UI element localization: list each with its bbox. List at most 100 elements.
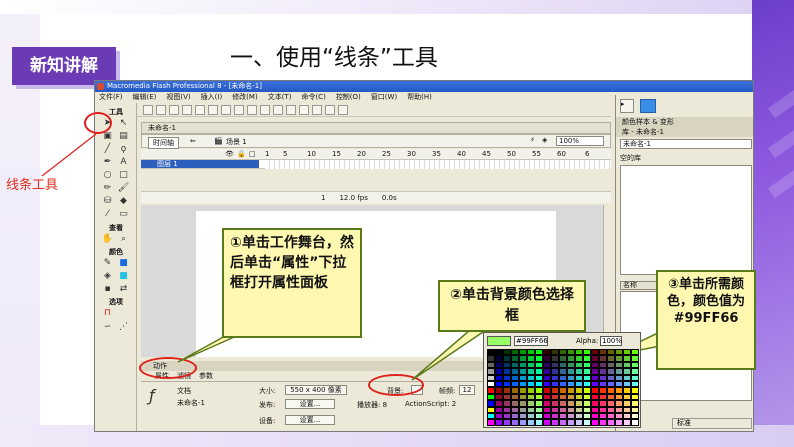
col-name[interactable]: 名称 <box>623 282 637 289</box>
menu-insert[interactable]: 插入(I) <box>201 92 223 103</box>
color-swatch[interactable] <box>591 419 599 426</box>
text-tool-icon[interactable]: A <box>117 156 130 168</box>
color-swatch[interactable] <box>519 419 527 426</box>
fill-color-icon[interactable]: ◈ <box>101 270 114 282</box>
eraser-icon[interactable]: ▭ <box>117 208 130 220</box>
save-icon[interactable] <box>169 105 179 115</box>
straighten-icon[interactable] <box>299 105 309 115</box>
color-swatch[interactable] <box>543 419 551 426</box>
color-swatch[interactable] <box>527 419 535 426</box>
layer-frames[interactable] <box>265 160 611 169</box>
paste-icon[interactable] <box>234 105 244 115</box>
color-swatch[interactable] <box>567 419 575 426</box>
color-swatch[interactable] <box>583 419 591 426</box>
toolbox-colors-label: 颜色 <box>109 248 123 256</box>
line-tool-icon[interactable]: ╱ <box>101 143 114 155</box>
hex-color-input[interactable]: #99FF66 <box>514 336 548 346</box>
publish-settings-button[interactable]: 设置... <box>285 399 335 409</box>
new-file-icon[interactable] <box>143 105 153 115</box>
timeline-button[interactable]: 时间轴 <box>148 137 179 149</box>
oval-tool-icon[interactable]: ○ <box>101 169 114 181</box>
menu-commands[interactable]: 命令(C) <box>301 92 325 103</box>
brush-tool-icon[interactable]: 🖌 <box>117 182 130 194</box>
open-file-icon[interactable] <box>156 105 166 115</box>
smooth-icon[interactable] <box>286 105 296 115</box>
redo-icon[interactable] <box>260 105 270 115</box>
tab-parameters[interactable]: 参数 <box>199 371 213 381</box>
lock-icon[interactable]: 🔒 <box>237 150 246 158</box>
rotate-icon[interactable] <box>312 105 322 115</box>
color-swatch[interactable] <box>607 419 615 426</box>
stroke-color-swatch[interactable]: ■ <box>117 257 130 269</box>
scale-icon[interactable] <box>325 105 335 115</box>
swatches-transform-header[interactable]: 颜色样本 & 变形 <box>616 117 753 127</box>
library-document-select[interactable]: 未命名-1 <box>620 139 752 149</box>
color-swatch[interactable] <box>511 419 519 426</box>
edit-scene-icon[interactable]: ⚡ <box>530 136 535 144</box>
menu-edit[interactable]: 编辑(E) <box>133 92 157 103</box>
eyedropper-icon[interactable]: ⁄ <box>101 208 114 220</box>
straighten-option-icon[interactable]: ⋰ <box>117 321 130 333</box>
size-button[interactable]: 550 x 400 像素 <box>285 385 347 395</box>
lasso-tool-icon[interactable]: ϙ <box>117 143 130 155</box>
back-arrow-icon[interactable]: ⇐ <box>190 137 196 145</box>
frame-num: 55 <box>532 150 541 158</box>
alpha-input[interactable]: 100% <box>600 336 622 346</box>
edit-symbol-icon[interactable]: ◈ <box>542 136 547 144</box>
hand-tool-icon[interactable]: ✋ <box>101 233 114 245</box>
menu-view[interactable]: 视图(V) <box>166 92 190 103</box>
library-header[interactable]: 库 - 未命名-1 <box>616 127 753 137</box>
black-white-icon[interactable]: ▪ <box>101 283 114 295</box>
device-settings-button[interactable]: 设置... <box>285 415 335 425</box>
rectangle-tool-icon[interactable]: □ <box>117 169 130 181</box>
color-swatch[interactable] <box>503 419 511 426</box>
ink-bottle-icon[interactable]: ⛁ <box>101 195 114 207</box>
print-icon[interactable] <box>182 105 192 115</box>
layer-1[interactable]: 图层 1 <box>141 160 259 168</box>
color-swatch-grid[interactable] <box>487 349 639 426</box>
panel-arrow-icon[interactable]: ▸ <box>620 99 634 113</box>
menu-window[interactable]: 窗口(W) <box>371 92 397 103</box>
copy-icon[interactable] <box>221 105 231 115</box>
callout-step-1: ①单击工作舞台，然后单击“属性”下拉框打开属性面板 <box>222 228 362 338</box>
menu-control[interactable]: 控制(O) <box>336 92 361 103</box>
pencil-tool-icon[interactable]: ✏ <box>101 182 114 194</box>
pen-tool-icon[interactable]: ✒ <box>101 156 114 168</box>
color-swatch[interactable] <box>535 419 543 426</box>
color-swatch[interactable] <box>551 419 559 426</box>
cut-icon[interactable] <box>208 105 218 115</box>
framerate-input[interactable]: 12 <box>459 385 475 395</box>
print-preview-icon[interactable] <box>195 105 205 115</box>
color-swatch[interactable] <box>487 419 495 426</box>
snap-magnet-icon[interactable]: ⊓ <box>101 307 114 319</box>
document-tab[interactable]: 未命名-1 <box>141 122 611 134</box>
undo-icon[interactable] <box>247 105 257 115</box>
fill-color-swatch[interactable]: ■ <box>117 270 130 282</box>
outline-icon[interactable]: □ <box>249 150 256 158</box>
layer-row[interactable]: 图层 1 <box>141 159 611 169</box>
snap-icon[interactable] <box>273 105 283 115</box>
color-swatch[interactable] <box>599 419 607 426</box>
swatch-panel-icon[interactable] <box>640 99 656 113</box>
fill-transform-icon[interactable]: ▤ <box>117 130 130 142</box>
stroke-color-icon[interactable]: ✎ <box>101 257 114 269</box>
color-swatch[interactable] <box>631 419 639 426</box>
eye-icon[interactable]: 👁 <box>225 150 234 158</box>
menu-modify[interactable]: 修改(M) <box>232 92 258 103</box>
color-swatch[interactable] <box>559 419 567 426</box>
frame-num: 5 <box>283 150 288 158</box>
menu-file[interactable]: 文件(F) <box>99 92 123 103</box>
smooth-option-icon[interactable]: ∽ <box>101 321 114 333</box>
color-swatch[interactable] <box>575 419 583 426</box>
color-swatch[interactable] <box>615 419 623 426</box>
subselection-tool-icon[interactable]: ↖ <box>117 117 130 129</box>
menu-text[interactable]: 文本(T) <box>268 92 292 103</box>
paint-bucket-icon[interactable]: ◆ <box>117 195 130 207</box>
align-icon[interactable] <box>338 105 348 115</box>
color-swatch[interactable] <box>495 419 503 426</box>
swap-colors-icon[interactable]: ⇄ <box>117 283 130 295</box>
color-swatch[interactable] <box>623 419 631 426</box>
menu-help[interactable]: 帮助(H) <box>407 92 432 103</box>
zoom-tool-icon[interactable]: ⌕ <box>117 233 130 245</box>
zoom-select[interactable]: 100% <box>556 136 604 146</box>
